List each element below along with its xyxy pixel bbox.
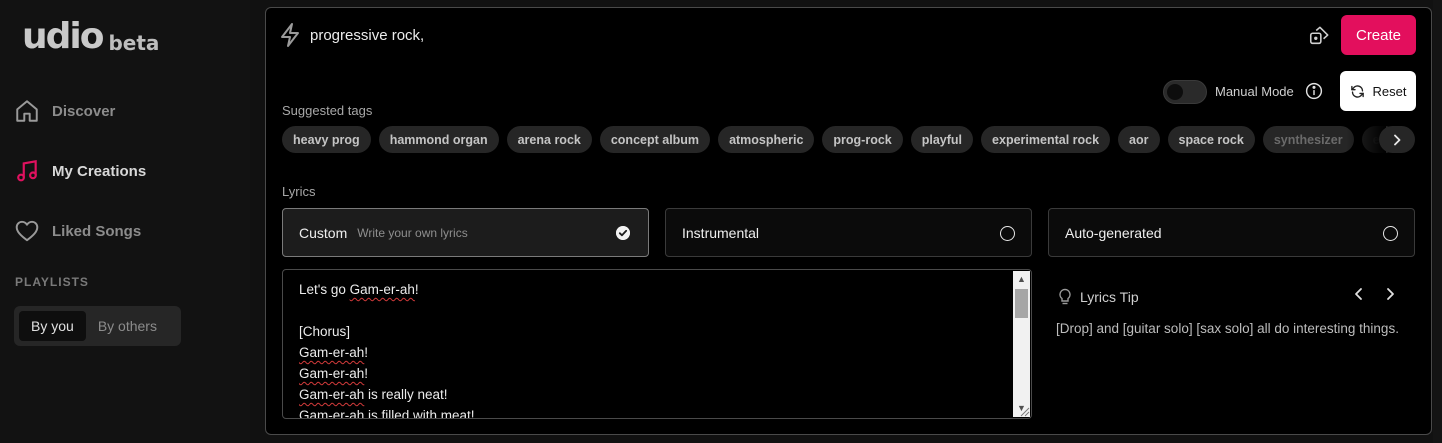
udio-logo[interactable]: udio beta [22,16,160,57]
info-icon[interactable] [1305,82,1323,100]
sidebar-item-liked-songs[interactable]: Liked Songs [14,216,141,246]
beta-badge: beta [108,31,160,55]
tag-chip[interactable]: arena rock [506,126,592,153]
tags-scroll-next-button[interactable] [1379,126,1415,153]
tab-by-others[interactable]: By others [86,311,169,341]
lyric-line: Gam-er-ah! [299,366,369,381]
lyrics-scrollbar[interactable]: ▲ ▼ [1013,271,1030,417]
lyrics-heading: Lyrics [282,184,316,199]
lightning-icon [281,23,299,47]
lyric-word: Gam-er-ah [299,366,365,381]
scroll-thumb[interactable] [1015,289,1028,318]
resize-grip-icon[interactable] [1018,405,1030,417]
heart-icon [15,220,39,242]
sidebar-item-label: My Creations [52,162,147,180]
lyric-line: Gam-er-ah is filled with meat! [299,408,475,419]
lyrics-tip-title: Lyrics Tip [1080,289,1139,305]
radio-circle-icon [1383,226,1398,241]
tab-by-you[interactable]: By you [19,311,86,341]
dice-icon[interactable] [1308,25,1330,47]
lyric-word: Gam-er-ah [299,408,365,419]
toggle-knob [1167,84,1183,100]
lightbulb-icon [1059,288,1071,305]
create-button[interactable]: Create [1341,15,1416,55]
sidebar-item-my-creations[interactable]: My Creations [14,156,146,186]
music-note-icon [17,159,37,182]
lyric-word: Gam-er-ah [299,345,365,360]
playlist-filter: By you By others [14,306,181,346]
tag-chip[interactable]: prog-rock [822,126,903,153]
tag-chip[interactable]: heavy prog [282,126,371,153]
refresh-icon [1350,84,1364,98]
option-title: Instrumental [682,224,760,241]
sidebar: udio beta Discover My Creations Liked So… [0,0,250,443]
lyric-word: Gam-er-ah [349,282,415,297]
lyric-line: [Chorus] [299,324,351,339]
reset-button[interactable]: Reset [1340,71,1416,111]
home-icon [16,100,38,122]
create-panel: progressive rock, Create Manual Mode Res… [265,7,1432,435]
lyrics-textarea[interactable]: Let's go Gam-er-ah! [Chorus] Gam-er-ah! … [282,269,1032,419]
lyric-word: Gam-er-ah [299,387,365,402]
playlists-heading: PLAYLISTS [15,275,89,289]
reset-label: Reset [1372,83,1407,99]
tag-chip[interactable]: hammond organ [378,126,499,153]
background-page-edge [1433,0,1442,443]
tag-chip[interactable]: concept album [599,126,711,153]
tag-chip[interactable]: aor [1118,126,1160,153]
manual-mode-label: Manual Mode [1215,84,1294,99]
tag-chip[interactable]: playful [910,126,974,153]
tag-chip[interactable]: experimental rock [981,126,1111,153]
lyric-line: Let's go Gam-er-ah! [299,282,419,297]
sidebar-item-discover[interactable]: Discover [14,96,115,126]
tag-chip[interactable]: synthesizer [1262,126,1354,153]
radio-circle-icon [1000,226,1015,241]
chevron-right-icon[interactable] [1380,284,1400,304]
tag-chip[interactable]: atmospheric [718,126,815,153]
manual-mode-toggle[interactable] [1163,80,1207,104]
suggested-tags-list: heavy prog hammond organ arena rock conc… [282,126,1402,154]
lyric-line: Gam-er-ah is really neat! [299,387,448,402]
logo-wordmark: udio [22,16,104,57]
scroll-up-arrow-icon[interactable]: ▲ [1016,274,1027,285]
prompt-input[interactable]: progressive rock, [310,27,424,44]
lyrics-option-auto-generated[interactable]: Auto-generated [1048,208,1415,257]
sidebar-item-label: Liked Songs [52,222,142,240]
lyrics-option-custom[interactable]: Custom Write your own lyrics [282,208,649,257]
lyric-line: Gam-er-ah! [299,345,369,360]
option-title: Custom [299,224,348,241]
chevron-right-icon [1394,134,1401,145]
option-subtitle: Write your own lyrics [357,225,468,240]
option-title: Auto-generated [1065,224,1162,241]
lyrics-tip-text: [Drop] and [guitar solo] [sax solo] all … [1056,321,1399,336]
lyrics-option-instrumental[interactable]: Instrumental [665,208,1032,257]
sidebar-item-label: Discover [52,102,116,120]
check-circle-icon [616,226,630,240]
suggested-tags-heading: Suggested tags [282,103,373,118]
chevron-left-icon[interactable] [1349,284,1369,304]
tag-chip[interactable]: space rock [1167,126,1255,153]
